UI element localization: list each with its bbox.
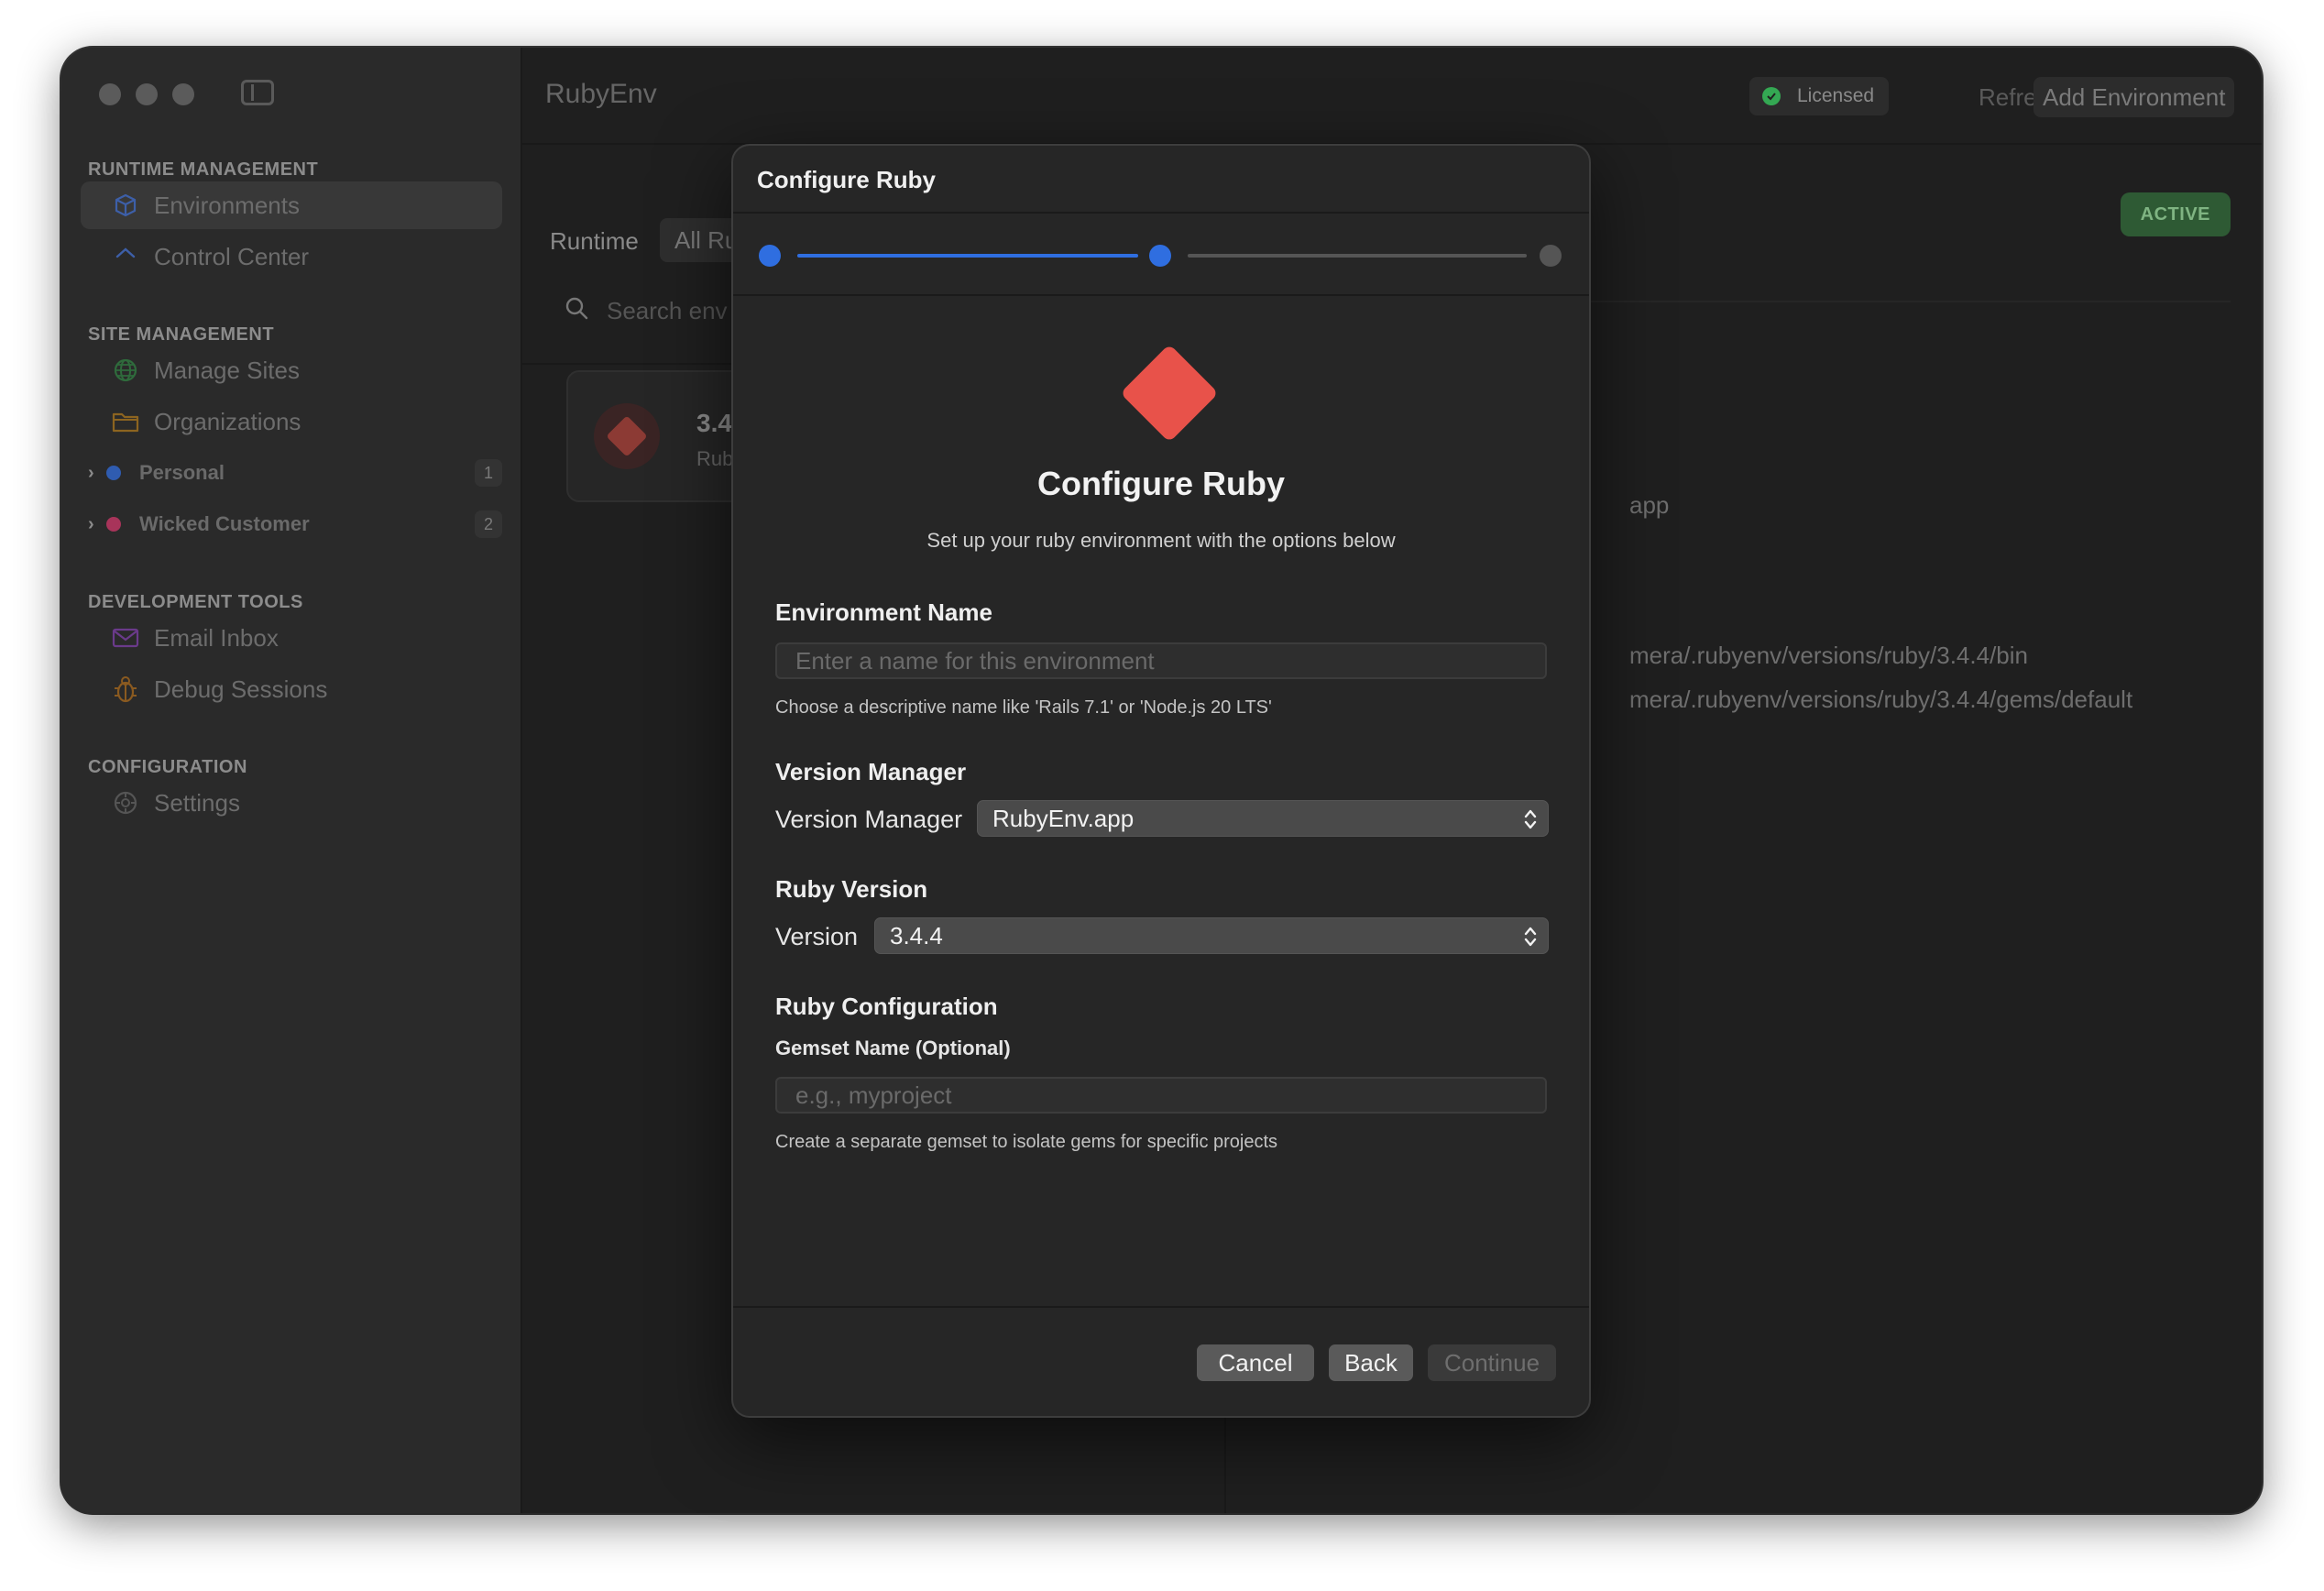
check-circle-icon <box>1762 87 1781 105</box>
zoom-window-button[interactable] <box>172 83 194 105</box>
back-button[interactable]: Back <box>1329 1344 1413 1381</box>
detail-app-text: app <box>1629 491 1670 519</box>
sidebar-item-organizations[interactable]: Organizations <box>81 398 502 445</box>
up-down-chevron-icon <box>1524 809 1537 829</box>
toolbar: RubyEnv Licensed Refresh Add Environment <box>522 48 2262 145</box>
sidebar-item-control-center[interactable]: Control Center <box>81 233 502 280</box>
dialog-header: Configure Ruby <box>733 146 1589 214</box>
dialog-footer: Cancel Back Continue <box>733 1306 1589 1416</box>
gemset-name-label: Gemset Name (Optional) <box>775 1037 1011 1059</box>
ruby-icon <box>1120 344 1219 443</box>
hero-title: Configure Ruby <box>1037 465 1285 502</box>
sidebar-toggle-icon[interactable] <box>241 80 274 105</box>
chevron-right-icon[interactable]: › <box>88 514 101 535</box>
sidebar-item-manage-sites[interactable]: Manage Sites <box>81 346 502 394</box>
ruby-configuration-title: Ruby Configuration <box>775 993 998 1020</box>
envelope-icon <box>112 624 139 652</box>
step-1-dot <box>759 245 781 267</box>
sidebar-item-label: Settings <box>154 788 240 817</box>
sidebar-item-label: Debug Sessions <box>154 675 328 703</box>
licensed-label: Licensed <box>1797 85 1875 106</box>
folder-icon <box>112 408 139 435</box>
sidebar-item-settings[interactable]: Settings <box>81 779 502 827</box>
search-placeholder: Search env <box>607 296 728 324</box>
hero-subtitle: Set up your ruby environment with the op… <box>926 529 1396 552</box>
sidebar-item-environments[interactable]: Environments <box>81 181 502 229</box>
version-manager-title: Version Manager <box>775 758 967 785</box>
step-3-dot <box>1540 245 1562 267</box>
add-environment-button[interactable]: Add Environment <box>2034 77 2235 117</box>
sidebar-group-wicked-customer[interactable]: › Wicked Customer 2 <box>88 506 502 543</box>
section-title-site: SITE MANAGEMENT <box>88 324 275 345</box>
version-manager-select[interactable]: RubyEnv.app <box>977 800 1549 837</box>
ruby-version-select[interactable]: 3.4.4 <box>874 917 1549 954</box>
step-2-connector <box>1188 254 1527 258</box>
group-color-dot <box>106 517 121 532</box>
sidebar-item-label: Environments <box>154 191 300 219</box>
ruby-version-value: 3.4.4 <box>890 921 943 949</box>
chevron-up-icon <box>112 243 139 270</box>
step-2-dot <box>1149 245 1171 267</box>
ruby-version-title: Ruby Version <box>775 875 928 903</box>
window-controls <box>99 83 194 105</box>
step-progress <box>733 214 1589 296</box>
sidebar-item-label: Manage Sites <box>154 356 300 384</box>
minimize-window-button[interactable] <box>136 83 158 105</box>
sidebar-item-label: Control Center <box>154 242 310 270</box>
group-count-badge: 2 <box>475 510 502 538</box>
sidebar-item-debug-sessions[interactable]: Debug Sessions <box>81 665 502 713</box>
gemset-help: Create a separate gemset to isolate gems… <box>775 1132 1278 1152</box>
sidebar-item-label: Email Inbox <box>154 623 279 652</box>
section-title-dev-tools: DEVELOPMENT TOOLS <box>88 592 303 612</box>
runtime-filter-label: Runtime <box>550 227 639 255</box>
sidebar-item-email-inbox[interactable]: Email Inbox <box>81 614 502 662</box>
environment-name-input[interactable] <box>775 642 1547 679</box>
sidebar: RUNTIME MANAGEMENT Environments Control … <box>61 48 522 1513</box>
group-count-badge: 1 <box>475 459 502 487</box>
detail-bin-path: mera/.rubyenv/versions/ruby/3.4.4/bin <box>1629 642 2028 669</box>
section-title-configuration: CONFIGURATION <box>88 757 247 777</box>
chevron-right-icon[interactable]: › <box>88 463 101 484</box>
up-down-chevron-icon <box>1524 927 1537 947</box>
app-title: RubyEnv <box>545 79 657 109</box>
gemset-name-input[interactable] <box>775 1077 1547 1114</box>
environment-name-help: Choose a descriptive name like 'Rails 7.… <box>775 697 1272 718</box>
configure-ruby-dialog: Configure Ruby Configure Ruby Set up you… <box>731 144 1591 1418</box>
ruby-version-label: Version <box>775 923 859 950</box>
environment-subtitle: Rub <box>696 447 734 470</box>
group-label: Personal <box>139 461 225 484</box>
globe-icon <box>112 357 139 384</box>
sidebar-item-label: Organizations <box>154 407 301 435</box>
continue-button[interactable]: Continue <box>1428 1344 1556 1381</box>
detail-gems-path: mera/.rubyenv/versions/ruby/3.4.4/gems/d… <box>1629 686 2133 713</box>
licensed-badge: Licensed <box>1749 77 1890 115</box>
group-color-dot <box>106 466 121 480</box>
environment-name-title: Environment Name <box>775 598 992 626</box>
version-manager-label: Version Manager <box>775 806 963 833</box>
group-label: Wicked Customer <box>139 512 310 535</box>
bug-icon <box>112 675 139 703</box>
dialog-title: Configure Ruby <box>757 166 936 193</box>
cube-icon <box>112 192 139 219</box>
close-window-button[interactable] <box>99 83 121 105</box>
gear-icon <box>112 789 139 817</box>
sidebar-group-personal[interactable]: › Personal 1 <box>88 455 502 491</box>
search-icon <box>565 296 588 326</box>
version-manager-value: RubyEnv.app <box>992 804 1135 832</box>
cancel-button[interactable]: Cancel <box>1197 1344 1314 1381</box>
step-1-connector <box>797 254 1138 258</box>
section-title-runtime: RUNTIME MANAGEMENT <box>88 159 319 180</box>
status-badge: ACTIVE <box>2120 192 2231 236</box>
